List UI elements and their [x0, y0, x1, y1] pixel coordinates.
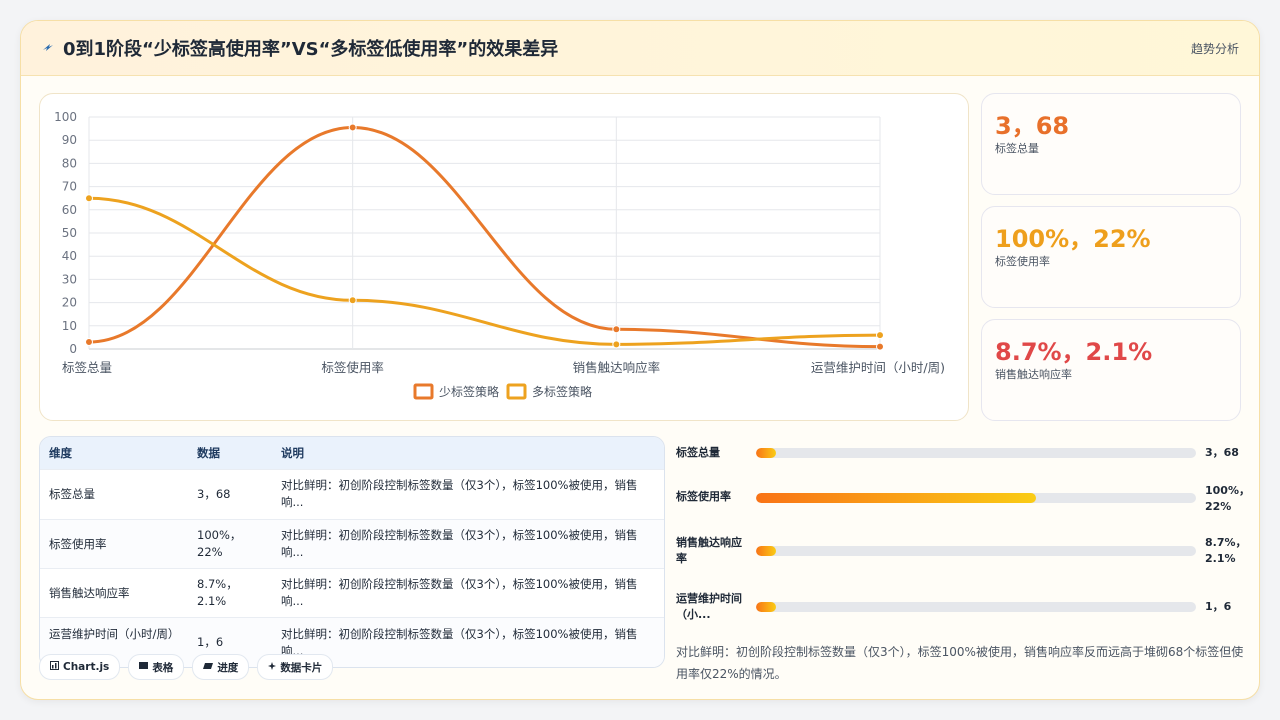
cell-dimension: 标签总量 [49, 487, 95, 501]
progress-track [756, 602, 1196, 612]
progress-row: 标签使用率 100%，22% [676, 483, 1250, 519]
line-chart: 0 10 20 30 40 50 60 70 80 90 100 标签总量 标签使用率 销售触达响应率 运营… [54, 110, 945, 400]
cell-data: 3，68 [197, 487, 231, 501]
x-tick-label: 销售触达响应率 [573, 360, 661, 375]
progress-fill [756, 546, 776, 556]
tag-label: 进度 [217, 661, 239, 674]
table-row: 销售触达响应率 8.7%，2.1% 对比鲜明：初创阶段控制标签数量（仅3个），标… [40, 569, 664, 618]
table-row: 标签总量 3，68 对比鲜明：初创阶段控制标签数量（仅3个），标签100%被使用… [40, 470, 664, 520]
x-tick-label: 运营维护时间（小时/周) [811, 360, 945, 375]
y-tick-label: 60 [62, 203, 77, 217]
stat-card-tag-total: 3，68 标签总量 [981, 93, 1241, 195]
data-point [348, 296, 357, 305]
stat-value: 3，68 [995, 112, 1070, 140]
column-header-description: 说明 [281, 446, 304, 460]
y-tick-label: 90 [62, 133, 77, 147]
stat-card-tag-usage: 100%，22% 标签使用率 [981, 206, 1241, 308]
summary-text: 对比鲜明：初创阶段控制标签数量（仅3个），标签100%被使用，销售响应率反而远高… [676, 645, 1244, 681]
legend-label: 多标签策略 [532, 384, 592, 399]
data-point [612, 325, 621, 334]
progress-fill [756, 493, 1036, 503]
chart-icon [50, 661, 59, 673]
cell-data: 1，6 [197, 635, 224, 649]
data-table: 维度 数据 说明 标签总量 3，68 对比鲜明：初创阶段控制标签数量（仅3个），… [39, 436, 665, 668]
page-title: 0到1阶段“少标签高使用率”VS“多标签低使用率”的效果差异 [63, 39, 559, 60]
data-point [612, 340, 621, 349]
table-row: 标签使用率 100%，22% 对比鲜明：初创阶段控制标签数量（仅3个），标签10… [40, 520, 664, 569]
data-point [85, 194, 93, 203]
stat-label: 标签总量 [995, 142, 1039, 155]
dashboard-card: 0到1阶段“少标签高使用率”VS“多标签低使用率”的效果差异 趋势分析 0 10 2… [20, 20, 1260, 700]
progress-value: 1，6 [1205, 600, 1232, 613]
data-point [876, 342, 884, 351]
y-tick-label: 80 [62, 156, 77, 170]
tech-tags: Chart.js 表格 进度 数据卡片 [39, 654, 334, 680]
stat-value: 8.7%，2.1% [995, 338, 1153, 366]
y-tick-label: 100 [54, 110, 77, 124]
y-tick-label: 50 [62, 226, 77, 240]
lightning-icon [41, 41, 55, 55]
cell-description: 对比鲜明：初创阶段控制标签数量（仅3个），标签100%被使用，销售响... [281, 627, 638, 658]
cell-dimension: 销售触达响应率 [49, 586, 130, 600]
tag-label: 表格 [152, 661, 174, 674]
series-line [88, 196, 881, 346]
progress-row: 运营维护时间（小... 1，6 [676, 591, 1244, 627]
stat-value: 100%，22% [995, 225, 1151, 253]
progress-row: 标签总量 3，68 [676, 443, 1244, 463]
data-point [348, 123, 357, 132]
progress-label: 标签总量 [676, 446, 720, 459]
y-tick-label: 30 [62, 272, 77, 286]
header: 0到1阶段“少标签高使用率”VS“多标签低使用率”的效果差异 趋势分析 [21, 21, 1259, 76]
y-tick-label: 70 [62, 180, 77, 194]
progress-value: 8.7%，2.1% [1205, 536, 1247, 565]
progress-fill [756, 448, 776, 458]
cell-dimension: 运营维护时间（小时/周） [49, 627, 180, 641]
progress-track [756, 546, 1196, 556]
cell-data: 8.7%，2.1% [197, 577, 238, 608]
tag-label: 数据卡片 [280, 661, 323, 674]
legend-swatch [506, 383, 527, 400]
x-tick-label: 标签使用率 [321, 360, 384, 375]
table-header-row: 维度 数据 说明 [40, 437, 664, 470]
tag-progress[interactable]: 进度 [192, 654, 250, 680]
column-header-dimension: 维度 [49, 446, 72, 460]
data-point [85, 338, 93, 347]
y-tick-label: 20 [62, 296, 77, 310]
cell-description: 对比鲜明：初创阶段控制标签数量（仅3个），标签100%被使用，销售响... [281, 478, 638, 509]
progress-track [756, 448, 1196, 458]
stat-label: 销售触达响应率 [995, 368, 1072, 381]
y-tick-label: 40 [62, 249, 77, 263]
progress-label: 销售触达响应率 [676, 536, 742, 565]
column-header-data: 数据 [197, 446, 220, 460]
data-point [876, 331, 884, 340]
progress-label: 运营维护时间（小... [676, 592, 742, 621]
series-line [88, 125, 881, 349]
cell-dimension: 标签使用率 [49, 537, 107, 551]
card-icon [268, 661, 277, 673]
tag-data-card[interactable]: 数据卡片 [257, 654, 334, 680]
progress-value: 3，68 [1205, 446, 1239, 459]
y-tick-label: 0 [69, 342, 77, 356]
tag-chartjs[interactable]: Chart.js [39, 654, 121, 680]
legend-label: 少标签策略 [439, 384, 499, 399]
tag-label: Chart.js [63, 661, 110, 673]
trend-analysis-label[interactable]: 趋势分析 [1191, 40, 1239, 57]
progress-value: 100%，22% [1205, 484, 1250, 513]
cell-description: 对比鲜明：初创阶段控制标签数量（仅3个），标签100%被使用，销售响... [281, 528, 638, 559]
x-tick-label: 标签总量 [62, 360, 112, 375]
cell-data: 100%，22% [197, 528, 242, 559]
y-tick-label: 10 [62, 319, 77, 333]
cell-description: 对比鲜明：初创阶段控制标签数量（仅3个），标签100%被使用，销售响... [281, 577, 638, 608]
progress-row: 销售触达响应率 8.7%，2.1% [676, 535, 1247, 571]
progress-icon [203, 661, 214, 673]
progress-label: 标签使用率 [676, 490, 731, 503]
table-icon [139, 661, 149, 673]
tag-table[interactable]: 表格 [128, 654, 185, 680]
legend-swatch [413, 383, 434, 400]
line-chart-panel: 0 10 20 30 40 50 60 70 80 90 100 标签总量 标签使用率 销售触达响应率 运营… [39, 93, 969, 421]
stat-card-response-rate: 8.7%，2.1% 销售触达响应率 [981, 319, 1241, 421]
stat-label: 标签使用率 [995, 255, 1050, 268]
progress-fill [756, 602, 776, 612]
progress-track [756, 493, 1196, 503]
